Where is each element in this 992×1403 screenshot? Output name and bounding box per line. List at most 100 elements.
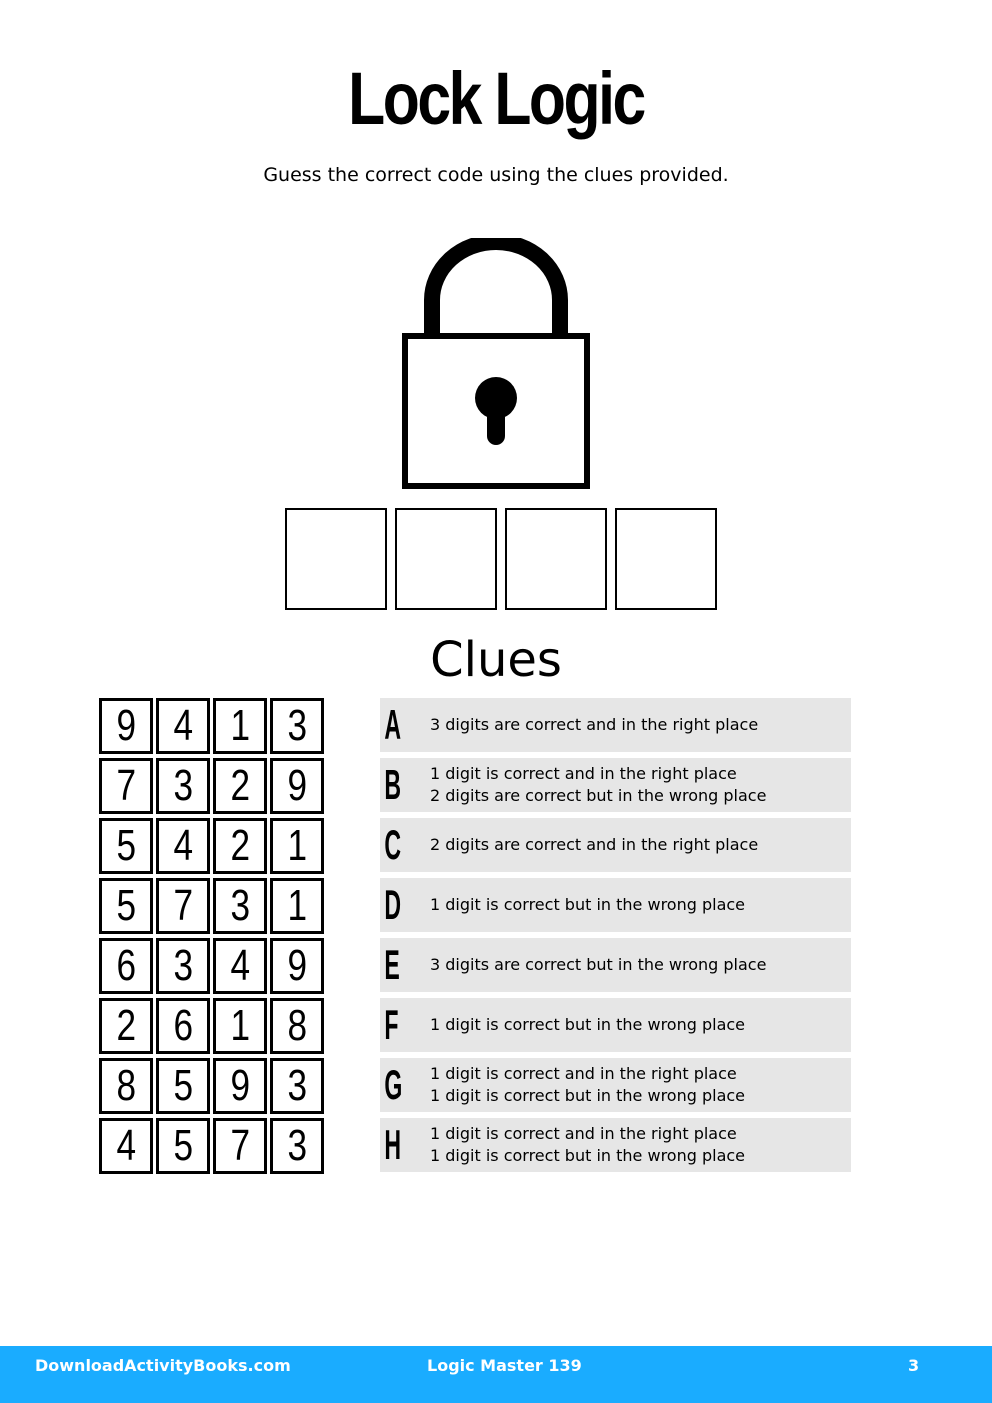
digit-cell: 3	[156, 758, 210, 814]
guess-row: 6349	[99, 938, 324, 994]
digit-cell: 3	[270, 698, 324, 754]
clue-text: 1 digit is correct and in the right plac…	[430, 1063, 745, 1107]
guess-row: 4573	[99, 1118, 324, 1174]
clue-text: 3 digits are correct and in the right pl…	[430, 714, 758, 736]
digit-value: 4	[116, 1121, 136, 1170]
digit-value: 8	[287, 1001, 307, 1050]
clue-letter: C	[384, 821, 402, 868]
digit-value: 3	[173, 761, 193, 810]
answer-box[interactable]	[505, 508, 607, 610]
digit-cell: 3	[156, 938, 210, 994]
footer-site: DownloadActivityBooks.com	[35, 1356, 291, 1375]
digit-cell: 4	[99, 1118, 153, 1174]
answer-box[interactable]	[285, 508, 387, 610]
digit-cell: 3	[213, 878, 267, 934]
clue-letter: D	[384, 881, 402, 928]
digit-value: 2	[230, 761, 250, 810]
clue-line: 1 digit is correct but in the wrong plac…	[430, 1086, 746, 1105]
clue-line: 1 digit is correct and in the right plac…	[430, 1124, 737, 1143]
clue-line: 1 digit is correct but in the wrong plac…	[430, 1015, 746, 1034]
footer-book-title: Logic Master 139	[427, 1356, 582, 1375]
digit-value: 6	[116, 941, 136, 990]
guess-row: 8593	[99, 1058, 324, 1114]
digit-cell: 1	[213, 698, 267, 754]
digit-cell: 2	[213, 818, 267, 874]
clue-letter: E	[384, 941, 400, 988]
digit-value: 4	[230, 941, 250, 990]
digit-value: 3	[287, 1121, 307, 1170]
digit-cell: 1	[270, 878, 324, 934]
clue-text: 1 digit is correct and in the right plac…	[430, 1123, 745, 1167]
digit-value: 9	[287, 761, 307, 810]
clue-line: 1 digit is correct and in the right plac…	[430, 1064, 737, 1083]
digit-value: 1	[230, 701, 250, 750]
digit-cell: 7	[213, 1118, 267, 1174]
digit-cell: 5	[99, 818, 153, 874]
digit-cell: 8	[99, 1058, 153, 1114]
clue-line: 1 digit is correct and in the right plac…	[430, 764, 737, 783]
digit-value: 5	[116, 881, 136, 930]
page-title: Lock Logic	[348, 57, 646, 140]
digit-value: 5	[173, 1121, 193, 1170]
clue-row: F 1 digit is correct but in the wrong pla…	[380, 998, 851, 1052]
guess-grid: 94137329542157316349261885934573	[99, 698, 324, 1178]
clue-letter: B	[384, 761, 402, 808]
digit-value: 3	[230, 881, 250, 930]
clue-row: G 1 digit is correct and in the right pla…	[380, 1058, 851, 1112]
digit-cell: 2	[213, 758, 267, 814]
guess-row: 9413	[99, 698, 324, 754]
clue-row: E 3 digits are correct but in the wrong p…	[380, 938, 851, 992]
digit-cell: 1	[213, 998, 267, 1054]
digit-cell: 9	[213, 1058, 267, 1114]
footer: DownloadActivityBooks.com Logic Master 1…	[0, 1346, 992, 1403]
digit-value: 4	[173, 821, 193, 870]
clue-text: 2 digits are correct and in the right pl…	[430, 834, 758, 856]
clue-line: 1 digit is correct but in the wrong plac…	[430, 895, 746, 914]
digit-cell: 5	[156, 1118, 210, 1174]
guess-row: 7329	[99, 758, 324, 814]
digit-cell: 9	[99, 698, 153, 754]
clue-letter: G	[384, 1061, 403, 1108]
digit-cell: 9	[270, 938, 324, 994]
guess-row: 5731	[99, 878, 324, 934]
digit-value: 2	[230, 821, 250, 870]
clue-row: C 2 digits are correct and in the right p…	[380, 818, 851, 872]
digit-cell: 8	[270, 998, 324, 1054]
digit-value: 3	[173, 941, 193, 990]
guess-row: 2618	[99, 998, 324, 1054]
clue-letter: F	[384, 1001, 399, 1048]
digit-value: 9	[230, 1061, 250, 1110]
digit-cell: 6	[156, 998, 210, 1054]
clue-text: 1 digit is correct but in the wrong plac…	[430, 894, 745, 916]
digit-value: 6	[173, 1001, 193, 1050]
footer-page-number: 3	[908, 1356, 920, 1375]
clue-row: H 1 digit is correct and in the right pla…	[380, 1118, 851, 1172]
digit-value: 7	[116, 761, 136, 810]
digit-cell: 5	[99, 878, 153, 934]
clue-row: B 1 digit is correct and in the right pla…	[380, 758, 851, 812]
answer-box[interactable]	[395, 508, 497, 610]
digit-value: 5	[116, 821, 136, 870]
digit-value: 1	[287, 881, 307, 930]
digit-cell: 7	[156, 878, 210, 934]
digit-cell: 5	[156, 1058, 210, 1114]
page-subtitle: Guess the correct code using the clues p…	[263, 164, 729, 186]
clue-text: 1 digit is correct and in the right plac…	[430, 763, 766, 807]
clue-row: A 3 digits are correct and in the right p…	[380, 698, 851, 752]
answer-box[interactable]	[615, 508, 717, 610]
digit-cell: 3	[270, 1058, 324, 1114]
clue-line: 2 digits are correct and in the right pl…	[430, 835, 759, 854]
clue-line: 2 digits are correct but in the wrong pl…	[430, 786, 767, 805]
digit-value: 3	[287, 701, 307, 750]
clue-line: 1 digit is correct but in the wrong plac…	[430, 1146, 746, 1165]
digit-value: 2	[116, 1001, 136, 1050]
guess-row: 5421	[99, 818, 324, 874]
clue-text: 3 digits are correct but in the wrong pl…	[430, 954, 766, 976]
clue-row: D 1 digit is correct but in the wrong pla…	[380, 878, 851, 932]
digit-value: 1	[230, 1001, 250, 1050]
digit-cell: 9	[270, 758, 324, 814]
answer-boxes	[285, 508, 717, 610]
digit-value: 7	[230, 1121, 250, 1170]
digit-value: 9	[116, 701, 136, 750]
digit-value: 9	[287, 941, 307, 990]
